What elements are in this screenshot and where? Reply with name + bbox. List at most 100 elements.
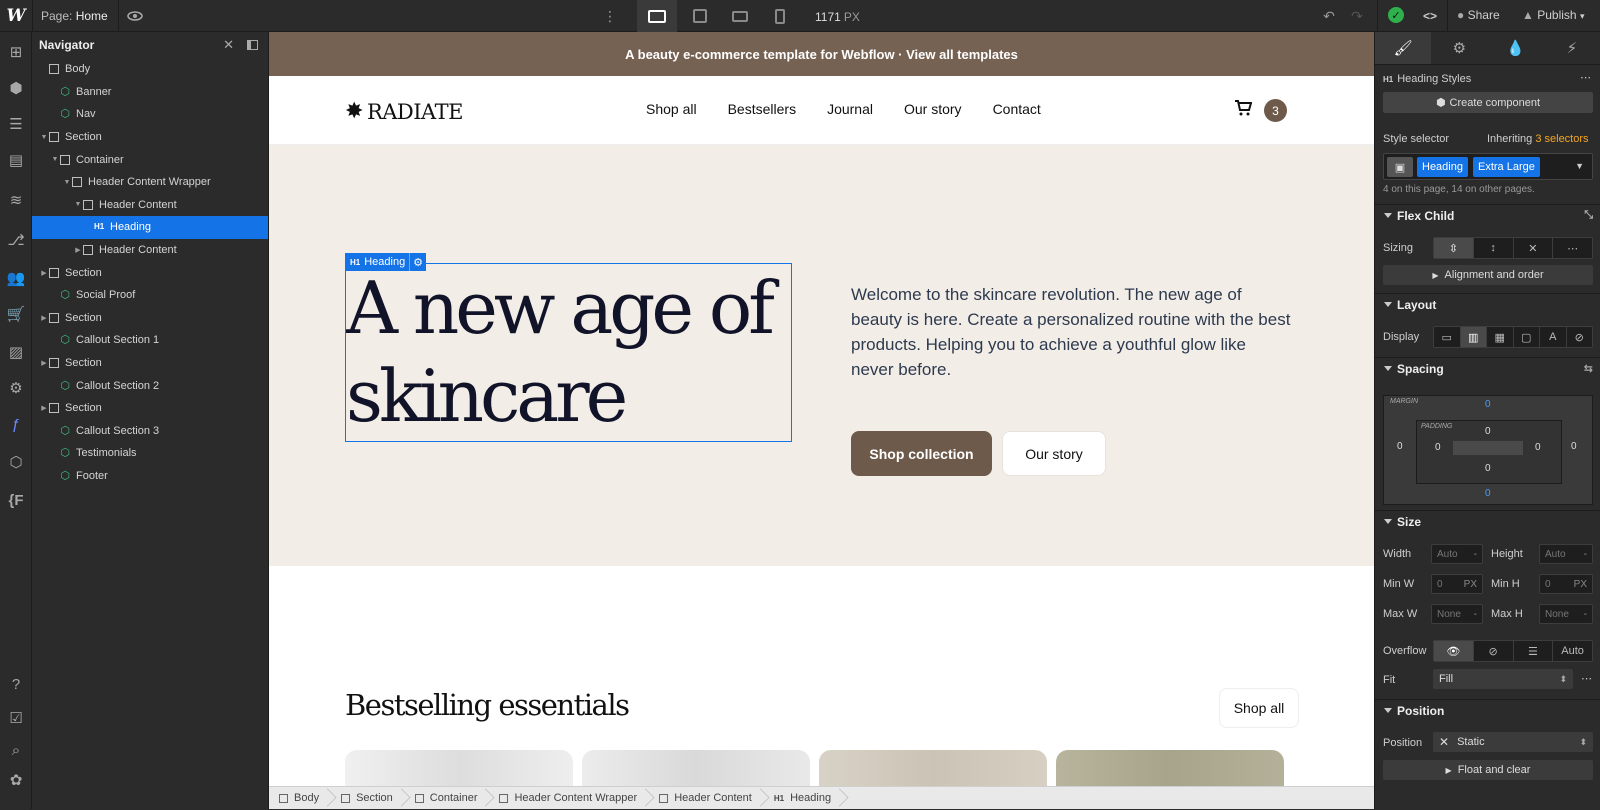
tablet-landscape-breakpoint-button[interactable] xyxy=(680,0,720,32)
product-card-image[interactable] xyxy=(819,750,1047,786)
element-settings-gear-icon[interactable]: ⚙ xyxy=(409,253,426,271)
selected-element-tag[interactable]: H1 Heading xyxy=(345,253,411,271)
padding-top-value[interactable]: 0 xyxy=(1485,426,1491,437)
collapsed-caret-icon[interactable]: ▶ xyxy=(39,314,49,322)
navigator-item[interactable]: ▶ Section xyxy=(32,397,268,420)
chevron-down-icon[interactable]: ▼ xyxy=(1575,161,1584,171)
shrink-icon[interactable]: ⇳ xyxy=(1434,238,1474,258)
margin-left-value[interactable]: 0 xyxy=(1397,441,1403,452)
float-clear-button[interactable]: ▶ Float and clear xyxy=(1383,760,1593,780)
saved-check-icon[interactable]: ✓ xyxy=(1388,7,1404,23)
menu-link-our-story[interactable]: Our story xyxy=(904,101,962,117)
navigator-item[interactable]: ⬡ Footer xyxy=(32,465,268,488)
width-input[interactable]: Auto - xyxy=(1431,544,1483,564)
navigator-icon[interactable]: ☰ xyxy=(6,114,26,134)
more-options-icon[interactable]: ⋯ xyxy=(1580,71,1591,84)
hero-paragraph[interactable]: Welcome to the skincare revolution. The … xyxy=(851,282,1291,382)
display-inline-icon[interactable]: A xyxy=(1540,327,1567,347)
margin-right-value[interactable]: 0 xyxy=(1571,441,1577,452)
finsweet-icon[interactable]: ƒ xyxy=(6,414,26,434)
publish-button[interactable]: ▲ Publish ▾ xyxy=(1522,8,1584,22)
position-select[interactable]: ✕ Static xyxy=(1433,732,1593,752)
navigator-item[interactable]: ⬡ Testimonials xyxy=(32,442,268,465)
spacing-mode-icon[interactable]: ⇆ xyxy=(1584,362,1593,375)
position-section-header[interactable]: Position xyxy=(1375,699,1600,721)
display-flex-icon[interactable]: ▥ xyxy=(1460,327,1487,347)
display-grid-icon[interactable]: ▦ xyxy=(1487,327,1514,347)
breadcrumb-section[interactable]: Section xyxy=(331,787,405,810)
max-height-input[interactable]: None - xyxy=(1539,604,1593,624)
navigator-item[interactable]: ⬡ Callout Section 2 xyxy=(32,374,268,397)
close-icon[interactable]: ✕ xyxy=(223,37,234,53)
cart-icon[interactable] xyxy=(1234,100,1253,121)
assets-icon[interactable]: ▨ xyxy=(6,342,26,362)
display-inline-block-icon[interactable]: ▢ xyxy=(1514,327,1540,347)
pages-icon[interactable]: ▤ xyxy=(6,150,26,170)
collapsed-caret-icon[interactable]: ▶ xyxy=(39,359,49,367)
menu-link-bestsellers[interactable]: Bestsellers xyxy=(728,101,796,117)
menu-link-contact[interactable]: Contact xyxy=(993,101,1041,117)
more-sizing-icon[interactable]: ⋯ xyxy=(1553,238,1592,258)
style-manager-drops-icon[interactable]: 💧 xyxy=(1488,32,1544,64)
help-icon[interactable]: ? xyxy=(6,674,26,694)
display-block-icon[interactable]: ▭ xyxy=(1434,327,1461,347)
navigator-item[interactable]: Body xyxy=(32,58,268,81)
padding-right-value[interactable]: 0 xyxy=(1535,442,1541,453)
hero-heading[interactable]: A new age of skincare xyxy=(345,263,792,442)
variables-icon[interactable]: {F xyxy=(6,490,26,510)
min-width-input[interactable]: 0 PX xyxy=(1431,574,1483,594)
margin-top-value[interactable]: 0 xyxy=(1485,399,1491,410)
style-selector-field[interactable]: ▣ Heading Extra Large ▼ xyxy=(1383,153,1593,180)
navigator-item[interactable]: ▼ Header Content xyxy=(32,194,268,217)
spacing-section-header[interactable]: Spacing ⇆ xyxy=(1375,357,1600,379)
expanded-caret-icon[interactable]: ▼ xyxy=(73,201,83,208)
expand-icon[interactable]: ⤡ xyxy=(1584,209,1593,222)
navigator-item[interactable]: ▼ Container xyxy=(32,148,268,171)
collapsed-caret-icon[interactable]: ▶ xyxy=(73,246,83,254)
share-button[interactable]: ● Share xyxy=(1457,8,1500,22)
navigator-item[interactable]: ⬡ Nav xyxy=(32,103,268,126)
no-shrink-icon[interactable]: ✕ xyxy=(1514,238,1554,258)
cart-count-badge[interactable]: 3 xyxy=(1264,99,1287,122)
mobile-portrait-breakpoint-button[interactable] xyxy=(760,0,800,32)
padding-left-value[interactable]: 0 xyxy=(1435,442,1441,453)
more-options-icon[interactable]: ⋯ xyxy=(1581,672,1592,685)
height-input[interactable]: Auto - xyxy=(1539,544,1593,564)
webflow-logo-icon[interactable]: W xyxy=(0,0,32,32)
menu-link-journal[interactable]: Journal xyxy=(827,101,873,117)
site-logo[interactable]: ✸ RADIATE xyxy=(345,99,463,124)
undo-icon[interactable]: ↶ xyxy=(1320,6,1338,26)
cms-icon[interactable]: ≋ xyxy=(6,190,26,210)
navigator-item[interactable]: ⬡ Social Proof xyxy=(32,284,268,307)
shop-all-button[interactable]: Shop all xyxy=(1219,688,1299,728)
logic-icon[interactable]: ⎇ xyxy=(6,230,26,250)
add-elements-icon[interactable]: ⊞ xyxy=(6,42,26,62)
hero-section[interactable]: A new age of skincare H1 Heading ⚙ Welco… xyxy=(269,145,1374,566)
site-banner[interactable]: A beauty e-commerce template for Webflow… xyxy=(269,32,1374,76)
components-icon[interactable]: ⬢ xyxy=(6,78,26,98)
design-canvas[interactable]: A beauty e-commerce template for Webflow… xyxy=(269,32,1374,786)
max-width-input[interactable]: None - xyxy=(1431,604,1483,624)
breadcrumb-header-content[interactable]: Header Content xyxy=(649,787,764,810)
navigator-item[interactable]: ▼ Section xyxy=(32,126,268,149)
margin-bottom-value[interactable]: 0 xyxy=(1485,488,1491,499)
alignment-order-button[interactable]: ▶ Alignment and order xyxy=(1383,265,1593,285)
mobile-landscape-breakpoint-button[interactable] xyxy=(720,0,760,32)
redo-icon[interactable]: ↷ xyxy=(1348,6,1366,26)
overflow-auto-option[interactable]: Auto xyxy=(1553,641,1592,661)
size-section-header[interactable]: Size xyxy=(1375,510,1600,532)
layout-section-header[interactable]: Layout xyxy=(1375,293,1600,315)
padding-bottom-value[interactable]: 0 xyxy=(1485,463,1491,474)
selector-token-extra-large[interactable]: Extra Large xyxy=(1473,157,1540,177)
more-vertical-icon[interactable]: ⋮ xyxy=(603,6,617,26)
expanded-caret-icon[interactable]: ▼ xyxy=(39,134,49,141)
settings-gear-icon[interactable]: ⚙ xyxy=(6,378,26,398)
collaborators-icon[interactable]: ✿ xyxy=(6,770,26,790)
display-none-icon[interactable]: ⊘ xyxy=(1567,327,1593,347)
breadcrumb-container[interactable]: Container xyxy=(405,787,490,810)
search-icon[interactable]: ⌕ xyxy=(6,740,26,760)
menu-link-shop-all[interactable]: Shop all xyxy=(646,101,697,117)
users-icon[interactable]: 👥 xyxy=(6,268,26,288)
navigator-item[interactable]: ⬡ Callout Section 1 xyxy=(32,329,268,352)
overflow-visible-eye-icon[interactable]: 👁 xyxy=(1434,641,1474,661)
